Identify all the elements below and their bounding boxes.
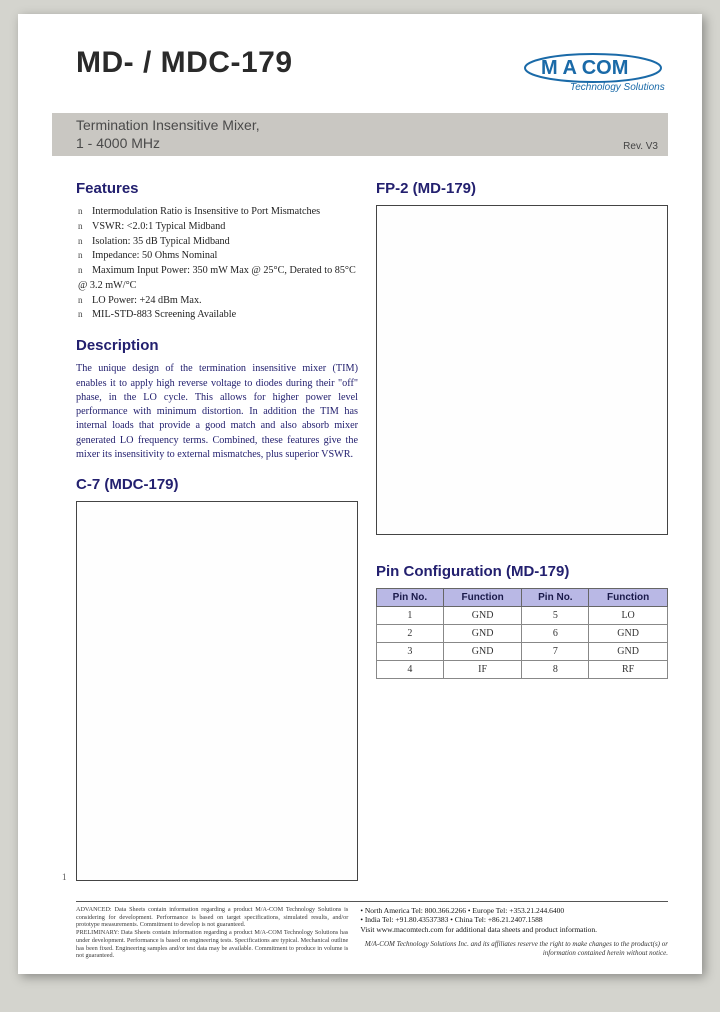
col-header: Function bbox=[443, 589, 522, 607]
page-number: 1 bbox=[62, 872, 67, 882]
footer-divider bbox=[76, 901, 668, 902]
feature-item: Isolation: 35 dB Typical Midband bbox=[78, 235, 358, 250]
cell: 4 bbox=[377, 661, 444, 679]
pin-configuration-table: Pin No. Function Pin No. Function 1 GND … bbox=[376, 588, 668, 679]
col-header: Function bbox=[589, 589, 668, 607]
subtitle-bar: Termination Insensitive Mixer, 1 - 4000 … bbox=[52, 113, 668, 156]
features-list: Intermodulation Ratio is Insensitive to … bbox=[76, 205, 358, 323]
features-heading: Features bbox=[76, 180, 358, 197]
fp2-heading: FP-2 (MD-179) bbox=[376, 180, 668, 197]
table-row: 4 IF 8 RF bbox=[377, 661, 668, 679]
right-column: FP-2 (MD-179) Pin Configuration (MD-179)… bbox=[376, 180, 668, 881]
left-column: Features Intermodulation Ratio is Insens… bbox=[76, 180, 358, 881]
feature-item: MIL-STD-883 Screening Available bbox=[78, 308, 358, 323]
datasheet-page: MD- / MDC-179 M A COM Technology Solutio… bbox=[18, 14, 702, 974]
advanced-note: ADVANCED: Data Sheets contain informatio… bbox=[76, 906, 348, 929]
cell: GND bbox=[443, 607, 522, 625]
cell: GND bbox=[589, 643, 668, 661]
logo-tagline: Technology Solutions bbox=[570, 82, 665, 93]
fp2-package-drawing bbox=[376, 205, 668, 535]
rights-disclaimer: M/A-COM Technology Solutions Inc. and it… bbox=[360, 940, 668, 958]
revision-label: Rev. V3 bbox=[623, 141, 662, 152]
svg-text:M A COM: M A COM bbox=[541, 57, 628, 79]
pin-config-heading: Pin Configuration (MD-179) bbox=[376, 563, 668, 580]
description-text: The unique design of the termination ins… bbox=[76, 362, 358, 462]
preliminary-note: PRELIMINARY: Data Sheets contain informa… bbox=[76, 929, 348, 959]
table-header-row: Pin No. Function Pin No. Function bbox=[377, 589, 668, 607]
cell: 8 bbox=[522, 661, 589, 679]
footer-contact: • North America Tel: 800.366.2266 • Euro… bbox=[360, 906, 668, 960]
table-row: 3 GND 7 GND bbox=[377, 643, 668, 661]
c7-heading: C-7 (MDC-179) bbox=[76, 476, 358, 493]
cell: RF bbox=[589, 661, 668, 679]
macom-logo: M A COM Technology Solutions bbox=[518, 46, 668, 99]
feature-item: LO Power: +24 dBm Max. bbox=[78, 294, 358, 309]
cell: LO bbox=[589, 607, 668, 625]
subtitle-line1: Termination Insensitive Mixer, bbox=[76, 117, 260, 133]
cell: 1 bbox=[377, 607, 444, 625]
cell: 5 bbox=[522, 607, 589, 625]
header: MD- / MDC-179 M A COM Technology Solutio… bbox=[76, 46, 668, 99]
contact-line: • India Tel: +91.80.43537383 • China Tel… bbox=[360, 915, 668, 924]
feature-item: Impedance: 50 Ohms Nominal bbox=[78, 249, 358, 264]
cell: 7 bbox=[522, 643, 589, 661]
cell: 2 bbox=[377, 625, 444, 643]
col-header: Pin No. bbox=[522, 589, 589, 607]
footer-disclaimer-left: ADVANCED: Data Sheets contain informatio… bbox=[76, 906, 348, 960]
cell: GND bbox=[589, 625, 668, 643]
subtitle-line2: 1 - 4000 MHz bbox=[76, 135, 160, 151]
table-row: 2 GND 6 GND bbox=[377, 625, 668, 643]
part-number-title: MD- / MDC-179 bbox=[76, 46, 293, 80]
feature-item: Intermodulation Ratio is Insensitive to … bbox=[78, 205, 358, 220]
col-header: Pin No. bbox=[377, 589, 444, 607]
product-subtitle: Termination Insensitive Mixer, 1 - 4000 … bbox=[76, 117, 260, 152]
feature-item: VSWR: <2.0:1 Typical Midband bbox=[78, 220, 358, 235]
contact-line: • North America Tel: 800.366.2266 • Euro… bbox=[360, 906, 668, 915]
main-content: Features Intermodulation Ratio is Insens… bbox=[76, 180, 668, 881]
cell: 6 bbox=[522, 625, 589, 643]
cell: IF bbox=[443, 661, 522, 679]
cell: GND bbox=[443, 625, 522, 643]
footer: ADVANCED: Data Sheets contain informatio… bbox=[76, 901, 668, 960]
description-heading: Description bbox=[76, 337, 358, 354]
c7-package-drawing bbox=[76, 501, 358, 881]
cell: GND bbox=[443, 643, 522, 661]
feature-item: Maximum Input Power: 350 mW Max @ 25°C, … bbox=[78, 264, 358, 294]
cell: 3 bbox=[377, 643, 444, 661]
visit-line: Visit www.macomtech.com for additional d… bbox=[360, 925, 668, 934]
table-row: 1 GND 5 LO bbox=[377, 607, 668, 625]
